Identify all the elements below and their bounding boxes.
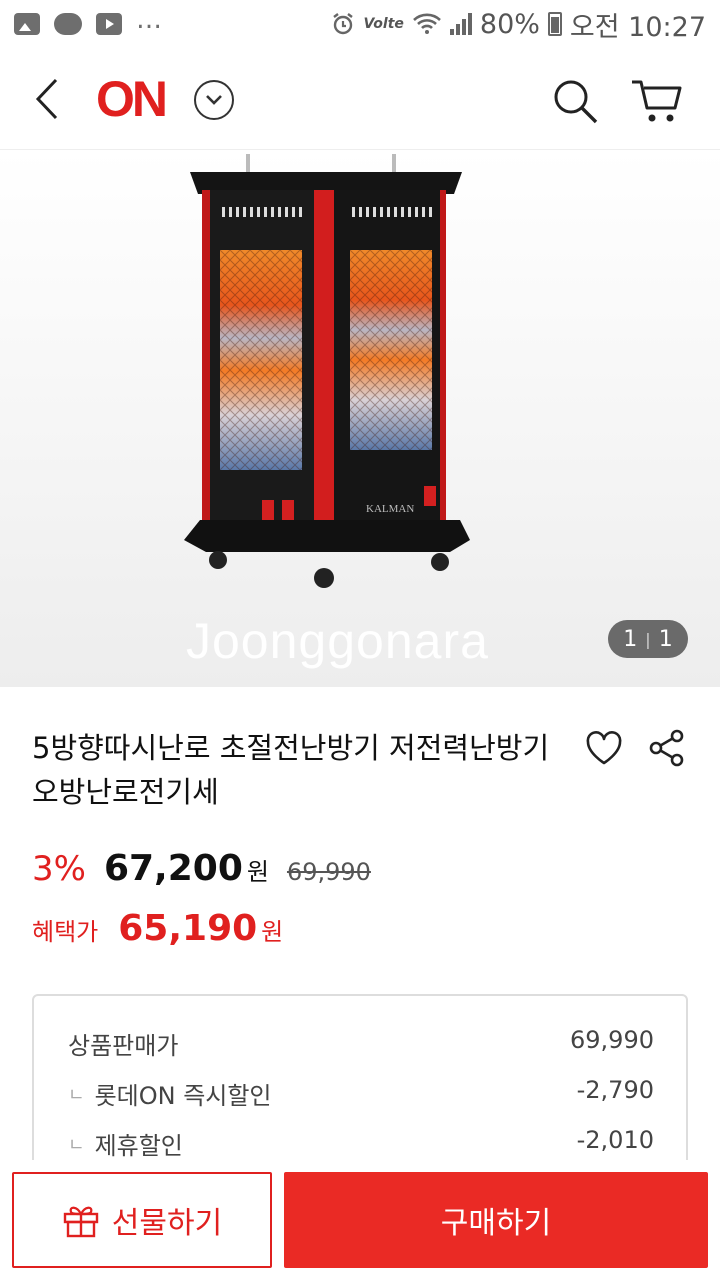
heart-icon[interactable]	[584, 728, 624, 768]
breakdown-row: 상품판매가 69,990	[68, 1026, 654, 1061]
status-bar: … Volte 80% 오전 10:27	[0, 0, 720, 48]
heater-product-image: KALMAN	[184, 154, 470, 588]
benefit-price-value: 65,190	[118, 908, 258, 949]
gift-icon	[63, 1206, 98, 1238]
image-counter-total: 1	[658, 626, 673, 652]
notification-icons: …	[14, 5, 164, 35]
heater-brand-label: KALMAN	[366, 503, 414, 515]
clock: 오전 10:27	[569, 11, 706, 43]
more-notifications-icon: …	[136, 5, 164, 35]
breakdown-row: ㄴ 제휴할인 -2,010	[68, 1126, 654, 1161]
price-row: 3% 67,200 원 69,990	[32, 848, 371, 889]
cloud-notification-icon	[54, 13, 82, 35]
signal-icon	[449, 13, 472, 35]
app-header: ON	[0, 48, 720, 150]
image-counter-current: 1	[623, 626, 638, 652]
network-type: Volte	[363, 16, 404, 32]
system-icons: Volte 80% 오전 10:27	[331, 5, 706, 44]
breakdown-value: -2,790	[576, 1076, 654, 1104]
breakdown-label-wrap: ㄴ 제휴할인	[68, 1126, 183, 1161]
gift-button-label: 선물하기	[111, 1206, 223, 1241]
breakdown-label: 상품판매가	[68, 1032, 179, 1060]
sale-price-currency: 원	[246, 858, 269, 886]
breakdown-label: 롯데ON 즉시할인	[94, 1082, 272, 1110]
lotte-on-logo[interactable]: ON	[96, 70, 168, 128]
wifi-icon	[413, 13, 441, 34]
benefit-price-label: 혜택가	[32, 918, 99, 946]
breakdown-row: ㄴ 롯데ON 즉시할인 -2,790	[68, 1076, 654, 1111]
breakdown-label-wrap: ㄴ 롯데ON 즉시할인	[68, 1076, 272, 1111]
bottom-action-bar: 선물하기 구매하기	[0, 1160, 720, 1280]
share-icon[interactable]	[648, 728, 686, 768]
product-image-gallery[interactable]: KALMAN Joonggonara 1 | 1	[0, 150, 720, 687]
benefit-price-currency: 원	[261, 918, 284, 946]
original-price: 69,990	[286, 858, 371, 886]
service-dropdown-button[interactable]	[194, 80, 234, 120]
buy-button-label: 구매하기	[440, 1206, 552, 1241]
breakdown-value: 69,990	[570, 1026, 654, 1054]
alarm-icon	[333, 13, 354, 35]
watermark-text: Joonggonara	[186, 613, 489, 669]
breakdown-value: -2,010	[576, 1126, 654, 1154]
sub-item-icon: ㄴ	[68, 1134, 85, 1156]
cart-icon[interactable]	[630, 76, 684, 126]
gallery-notification-icon	[14, 13, 40, 35]
benefit-price-row: 혜택가 65,190 원	[32, 908, 283, 949]
gift-button[interactable]: 선물하기	[12, 1172, 272, 1268]
sale-price-value: 67,200	[103, 848, 243, 889]
youtube-notification-icon	[96, 13, 122, 35]
buy-button[interactable]: 구매하기	[284, 1172, 708, 1268]
breakdown-label: 제휴할인	[94, 1132, 183, 1160]
image-counter-divider: |	[645, 629, 651, 649]
battery-icon	[547, 12, 562, 36]
sub-item-icon: ㄴ	[68, 1084, 85, 1106]
chevron-down-icon	[206, 95, 222, 105]
search-icon[interactable]	[550, 76, 600, 126]
back-icon[interactable]	[30, 74, 70, 124]
benefit-price: 65,190 원	[118, 908, 283, 949]
image-counter: 1 | 1	[608, 620, 688, 658]
battery-percent: 80%	[479, 8, 540, 40]
product-title: 5방향따시난로 초절전난방기 저전력난방기 오방난로전기세	[32, 731, 550, 809]
sale-price: 67,200 원	[104, 848, 269, 889]
discount-rate: 3%	[32, 849, 86, 889]
